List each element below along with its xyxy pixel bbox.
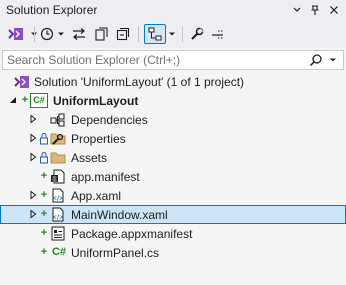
search-icon[interactable] bbox=[309, 53, 323, 67]
svg-text:</>: </> bbox=[52, 214, 64, 221]
title-bar: Solution Explorer bbox=[0, 0, 346, 21]
solution-tree: Solution 'UniformLayout' (1 of 1 project… bbox=[0, 72, 346, 285]
close-icon bbox=[330, 6, 338, 14]
collapsed-arrow-icon[interactable] bbox=[28, 133, 38, 143]
tree-item-label: Properties bbox=[71, 132, 126, 146]
more-options-button[interactable] bbox=[209, 24, 227, 44]
tree-item-label: Assets bbox=[71, 151, 108, 165]
collapse-all-icon bbox=[116, 27, 130, 41]
git-added-icon: + bbox=[40, 208, 48, 220]
window-title: Solution Explorer bbox=[6, 3, 98, 17]
collapsed-arrow-icon[interactable] bbox=[28, 190, 38, 200]
folder-wrench-icon bbox=[50, 133, 66, 145]
search-options-dropdown[interactable] bbox=[327, 53, 339, 67]
show-all-files-button[interactable] bbox=[93, 24, 111, 44]
close-button[interactable] bbox=[326, 2, 342, 18]
solution-label: Solution 'UniformLayout' (1 of 1 project… bbox=[34, 75, 245, 89]
tree-item-label: UniformPanel.cs bbox=[71, 246, 160, 260]
tree-row-uniformpanel-cs[interactable]: + C# UniformPanel.cs bbox=[0, 243, 346, 262]
collapsed-arrow-icon[interactable] bbox=[28, 114, 38, 124]
search-placeholder: Search Solution Explorer (Ctrl+;) bbox=[7, 53, 181, 67]
tree-row-app-xaml[interactable]: + </> App.xaml bbox=[0, 186, 346, 205]
csharp-file-icon: C# bbox=[51, 246, 67, 258]
manifest-file-icon bbox=[51, 169, 65, 184]
lock-icon bbox=[40, 133, 48, 145]
expanded-arrow-icon[interactable] bbox=[8, 95, 18, 105]
preview-selected-items-button[interactable] bbox=[144, 24, 166, 44]
vs-solution-icon bbox=[14, 76, 29, 88]
project-label: UniformLayout bbox=[53, 94, 139, 108]
tree-item-label: Dependencies bbox=[71, 113, 148, 127]
git-added-icon: + bbox=[21, 94, 29, 106]
tree-item-label: Package.appxmanifest bbox=[71, 227, 193, 241]
xaml-file-icon: </> bbox=[52, 207, 64, 222]
wrench-icon bbox=[191, 27, 204, 40]
copy-icon bbox=[95, 27, 108, 41]
chevron-down-icon bbox=[293, 7, 301, 12]
pending-changes-dropdown[interactable] bbox=[56, 24, 66, 44]
caret-down-icon bbox=[169, 32, 175, 36]
vs-solution-icon bbox=[8, 28, 23, 40]
minus-icon bbox=[212, 30, 224, 39]
solution-explorer-window: Solution Explorer Search Solution Explor… bbox=[0, 0, 346, 285]
tree-row-app-manifest[interactable]: + app.manifest bbox=[0, 167, 346, 186]
switch-views-button[interactable] bbox=[6, 24, 26, 44]
git-added-icon: + bbox=[40, 227, 48, 239]
toolbar bbox=[0, 21, 346, 48]
properties-button[interactable] bbox=[188, 24, 206, 44]
lock-icon bbox=[40, 152, 48, 164]
collapsed-arrow-icon[interactable] bbox=[28, 152, 38, 162]
sync-arrows-icon bbox=[73, 28, 85, 40]
git-added-icon: + bbox=[40, 170, 48, 182]
tree-row-package-appxmanifest[interactable]: + Package.appxmanifest bbox=[0, 224, 346, 243]
sync-with-active-document-button[interactable] bbox=[70, 24, 88, 44]
git-added-icon: + bbox=[40, 246, 48, 258]
tree-row-dependencies[interactable]: Dependencies bbox=[0, 110, 346, 129]
clock-icon bbox=[40, 27, 54, 41]
tree-item-label: App.xaml bbox=[71, 189, 122, 203]
tree-row-assets[interactable]: Assets bbox=[0, 148, 346, 167]
dependencies-icon bbox=[50, 113, 65, 127]
git-added-icon: + bbox=[40, 189, 48, 201]
pin-button[interactable] bbox=[307, 2, 323, 18]
folder-icon bbox=[50, 152, 66, 164]
pending-changes-filter-button[interactable] bbox=[38, 24, 56, 44]
tree-row-solution[interactable]: Solution 'UniformLayout' (1 of 1 project… bbox=[0, 72, 346, 91]
tree-row-project[interactable]: + C# UniformLayout bbox=[0, 91, 346, 110]
svg-text:</>: </> bbox=[52, 195, 64, 202]
pin-icon bbox=[311, 5, 319, 15]
tree-item-label: MainWindow.xaml bbox=[71, 208, 168, 222]
window-options-button[interactable] bbox=[289, 2, 305, 18]
hierarchy-icon bbox=[148, 27, 162, 41]
collapse-all-button[interactable] bbox=[114, 24, 132, 44]
csharp-project-icon: C# bbox=[30, 93, 48, 108]
tree-row-properties[interactable]: Properties bbox=[0, 129, 346, 148]
caret-down-icon bbox=[58, 32, 64, 36]
package-manifest-icon bbox=[51, 226, 65, 241]
tree-row-mainwindow-xaml[interactable]: + </> MainWindow.xaml bbox=[0, 205, 346, 224]
collapsed-arrow-icon[interactable] bbox=[28, 209, 38, 219]
tree-item-label: app.manifest bbox=[71, 170, 140, 184]
xaml-file-icon: </> bbox=[52, 188, 64, 203]
search-input[interactable]: Search Solution Explorer (Ctrl+;) bbox=[2, 50, 344, 70]
preview-dropdown[interactable] bbox=[167, 24, 177, 44]
caret-down-icon bbox=[330, 58, 336, 62]
